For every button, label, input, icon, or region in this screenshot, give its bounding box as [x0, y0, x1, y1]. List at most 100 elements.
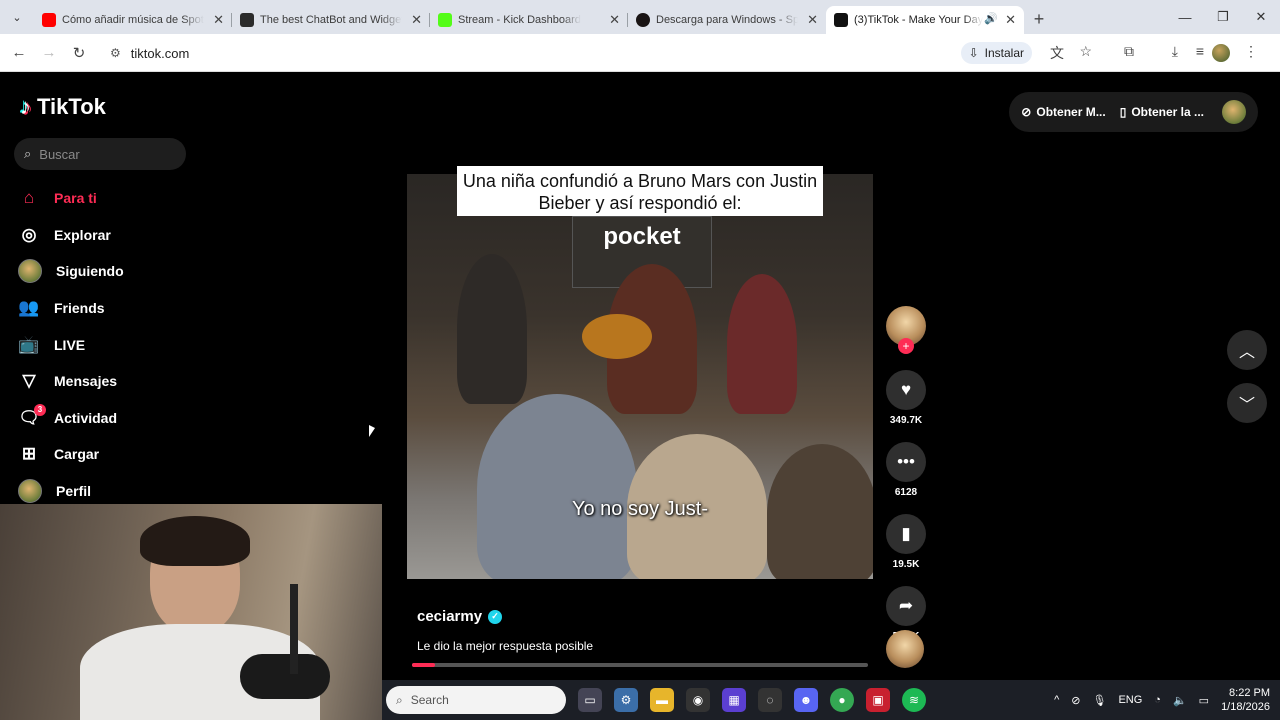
site-info-icon[interactable]: ⚙ [110, 46, 121, 60]
tab-title: (3)TikTok - Make Your Day [854, 14, 984, 26]
close-tab-icon[interactable]: ✕ [1005, 12, 1016, 28]
home-icon: ⌂ [23, 188, 35, 208]
translate-icon[interactable]: 文 [1050, 43, 1064, 63]
system-clock[interactable]: 8:22 PM 1/18/2026 [1221, 686, 1270, 714]
close-tab-icon[interactable]: ✕ [411, 12, 422, 28]
like-count: 349.7K [889, 415, 923, 426]
url-text[interactable]: tiktok.com [131, 46, 190, 61]
notification-badge: 3 [34, 403, 46, 416]
search-input[interactable] [39, 146, 160, 162]
save-count: 19.5K [892, 559, 920, 570]
profile-avatar[interactable] [1212, 44, 1230, 62]
back-button[interactable]: ← [4, 44, 34, 61]
audience-person [477, 394, 637, 579]
webcam-overlay [0, 504, 382, 720]
author-name[interactable]: ceciarmy [417, 608, 482, 625]
tiktok-logo[interactable]: ♪ TikTok [20, 94, 106, 120]
speaker-icon[interactable]: 🔊 [984, 12, 998, 25]
compass-icon: ◎ [21, 224, 37, 244]
downloads-icon[interactable]: ⤓ [1172, 43, 1178, 60]
get-app-button[interactable]: ▯ Obtener la ... [1120, 105, 1204, 119]
browser-tab[interactable]: The best ChatBot and Widgets f ✕ [232, 6, 430, 34]
apps-grid-icon[interactable]: ▦ [722, 688, 746, 712]
browser-tab[interactable]: Descarga para Windows - Spoti ✕ [628, 6, 826, 34]
comment-icon[interactable]: ••• [886, 442, 926, 482]
tab-title: Descarga para Windows - Spoti [656, 14, 798, 26]
taskbar-search[interactable]: ⌕ Search [386, 686, 566, 714]
close-tab-icon[interactable]: ✕ [609, 12, 620, 28]
install-app-button[interactable]: ⇩ Instalar [960, 42, 1032, 64]
discord-icon[interactable]: ☻ [794, 688, 818, 712]
window-controls: — ❐ ✕ [1166, 0, 1280, 34]
youtube-favicon-icon [42, 13, 56, 27]
streaming-app-icon[interactable]: ▣ [866, 688, 890, 712]
language-indicator[interactable]: ENG [1118, 694, 1142, 706]
reload-button[interactable]: ↻ [64, 44, 94, 62]
restore-icon[interactable]: ❐ [1204, 9, 1242, 25]
sidebar-item-live[interactable]: 📺 LIVE [18, 326, 218, 363]
menu-kebab-icon[interactable]: ⋮ [1244, 43, 1258, 60]
previous-video-button[interactable]: ︿ [1227, 330, 1267, 370]
close-window-icon[interactable]: ✕ [1242, 9, 1280, 25]
microphone-icon[interactable]: 🎙 [1092, 694, 1106, 707]
next-video-button[interactable]: ﹀ [1227, 383, 1267, 423]
chrome-icon[interactable]: ● [830, 688, 854, 712]
media-control-icon[interactable]: ≡ [1196, 43, 1204, 59]
volume-icon[interactable]: 🔈 [1173, 694, 1187, 707]
browser-tab[interactable]: Cómo añadir música de Spotify ✕ [34, 6, 232, 34]
like-action[interactable]: ♥ 349.7K [884, 370, 928, 426]
bookmark-icon[interactable]: ▮ [886, 514, 926, 554]
share-arrow-icon[interactable]: ➦ [886, 586, 926, 626]
system-tray: ^ ⊘ 🎙 ENG ◔ 🔈 ▭ 8:22 PM 1/18/2026 [1054, 680, 1270, 720]
settings-gear-icon[interactable]: ⚙ [614, 688, 638, 712]
next-video-avatar[interactable] [886, 630, 924, 668]
file-explorer-icon[interactable]: ▬ [650, 688, 674, 712]
video-author[interactable]: ceciarmy ✓ [417, 608, 503, 625]
sidebar-item-actividad[interactable]: 🗨 3 Actividad [18, 400, 218, 437]
creator-avatar[interactable]: + [886, 306, 926, 354]
chevron-up-icon[interactable]: ^ [1054, 694, 1059, 706]
browser-tab-active[interactable]: (3)TikTok - Make Your Day ✕ 🔊 [826, 6, 1024, 34]
wifi-icon[interactable]: ◔ [1154, 694, 1161, 706]
follow-plus-icon[interactable]: + [898, 338, 914, 354]
bookmark-star-icon[interactable]: ☆ [1079, 43, 1092, 60]
close-tab-icon[interactable]: ✕ [807, 12, 818, 28]
tab-search-icon[interactable]: ⌄ [0, 0, 34, 34]
sidebar-item-label: Explorar [54, 226, 111, 243]
phone-icon: ▯ [1119, 105, 1127, 119]
avatar [18, 259, 42, 284]
sidebar-item-friends[interactable]: 👥 Friends [18, 290, 218, 327]
guitar [582, 314, 652, 359]
camera-off-icon[interactable]: ⊘ [1071, 694, 1080, 707]
battery-icon[interactable]: ▭ [1199, 694, 1209, 707]
sidebar-item-para-ti[interactable]: ⌂ Para ti [18, 180, 218, 217]
verified-icon: ✓ [488, 609, 503, 624]
close-tab-icon[interactable]: ✕ [213, 12, 224, 28]
sidebar-item-cargar[interactable]: ⊞ Cargar [18, 436, 218, 473]
get-coins-label: Obtener M... [1036, 105, 1106, 119]
spotify-icon[interactable]: ≋ [902, 688, 926, 712]
obs-icon[interactable]: ◉ [686, 688, 710, 712]
sidebar-item-explorar[interactable]: ◎ Explorar [18, 217, 218, 254]
task-view-icon[interactable]: ▭ [578, 688, 602, 712]
comment-action[interactable]: ••• 6128 [884, 442, 928, 498]
forward-button[interactable]: → [34, 44, 64, 61]
search-icon: ⌕ [24, 146, 32, 161]
extensions-icon[interactable]: ⧉ [1124, 43, 1134, 60]
save-action[interactable]: ▮ 19.5K [884, 514, 928, 570]
app-icon[interactable]: ◌ [758, 688, 782, 712]
search-bar[interactable]: ⌕ [14, 138, 186, 170]
minimize-icon[interactable]: — [1166, 10, 1204, 25]
users-icon: 👥 [18, 298, 40, 318]
get-coins-button[interactable]: ⊘ Obtener M... [1021, 105, 1105, 119]
browser-tab[interactable]: Stream - Kick Dashboard ✕ [430, 6, 628, 34]
sidebar-item-label: LIVE [54, 336, 86, 353]
heart-icon[interactable]: ♥ [886, 370, 926, 410]
user-avatar[interactable] [1222, 100, 1246, 124]
new-tab-button[interactable]: + [1024, 9, 1054, 30]
send-icon: ▽ [22, 371, 36, 391]
sidebar-item-mensajes[interactable]: ▽ Mensajes [18, 363, 218, 400]
video-progress-bar[interactable] [412, 663, 868, 667]
omnibox[interactable]: ⚙ tiktok.com ⇩ Instalar 文 ☆ ⧉ ⤓ ≡ ⋮ [104, 39, 1264, 67]
sidebar-item-siguiendo[interactable]: Siguiendo [18, 253, 218, 290]
